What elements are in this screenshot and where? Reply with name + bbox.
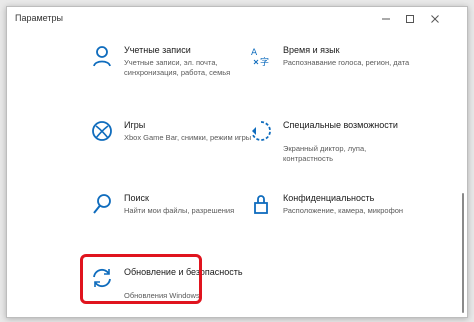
settings-item-accounts[interactable]: Учетные записи Учетные записи, эл. почта… bbox=[91, 45, 271, 91]
close-icon bbox=[431, 15, 439, 23]
settings-item-gaming[interactable]: Игры Xbox Game Bar, снимки, режим игры bbox=[91, 120, 271, 166]
close-button[interactable] bbox=[423, 7, 447, 31]
settings-item-title: Учетные записи bbox=[124, 45, 191, 55]
settings-item-search[interactable]: Поиск Найти мои файлы, разрешения bbox=[91, 193, 271, 239]
maximize-button[interactable] bbox=[398, 7, 422, 31]
minimize-icon bbox=[382, 18, 390, 20]
settings-window: Параметры Учетные записи Учетные записи,… bbox=[6, 6, 468, 318]
ease-of-access-icon bbox=[250, 120, 272, 142]
settings-item-description: Найти мои файлы, разрешения bbox=[124, 206, 235, 215]
svg-text:字: 字 bbox=[260, 56, 269, 67]
settings-item-title: Специальные возможности bbox=[283, 120, 398, 130]
settings-item-title: Поиск bbox=[124, 193, 149, 203]
scrollbar[interactable] bbox=[462, 193, 464, 313]
settings-item-privacy[interactable]: Конфиденциальность Расположение, камера,… bbox=[250, 193, 430, 239]
settings-item-description: Расположение, камера, микрофон bbox=[283, 206, 404, 215]
window-title: Параметры bbox=[15, 13, 63, 23]
settings-item-ease-of-access[interactable]: Специальные возможности Экранный диктор,… bbox=[250, 120, 430, 166]
settings-item-description: Учетные записи, эл. почта, синхронизация… bbox=[124, 58, 231, 77]
maximize-icon bbox=[406, 15, 414, 23]
lock-icon bbox=[250, 193, 272, 215]
highlight-frame bbox=[80, 254, 202, 304]
settings-item-description: Экранный диктор, лупа, контрастность bbox=[283, 144, 367, 163]
search-icon bbox=[91, 193, 113, 215]
time-language-icon: A字 bbox=[250, 45, 272, 67]
settings-item-title: Конфиденциальность bbox=[283, 193, 375, 203]
minimize-button[interactable] bbox=[374, 7, 398, 31]
title-bar[interactable]: Параметры bbox=[7, 7, 467, 31]
svg-text:A: A bbox=[251, 48, 258, 58]
settings-item-time-language[interactable]: A字 Время и язык Распознавание голоса, ре… bbox=[250, 45, 430, 91]
person-icon bbox=[91, 45, 113, 67]
xbox-icon bbox=[91, 120, 113, 142]
settings-item-title: Игры bbox=[124, 120, 146, 130]
settings-item-description: Распознавание голоса, регион, дата bbox=[283, 58, 410, 67]
settings-item-description: Xbox Game Bar, снимки, режим игры bbox=[124, 133, 252, 142]
settings-item-title: Время и язык bbox=[283, 45, 340, 55]
